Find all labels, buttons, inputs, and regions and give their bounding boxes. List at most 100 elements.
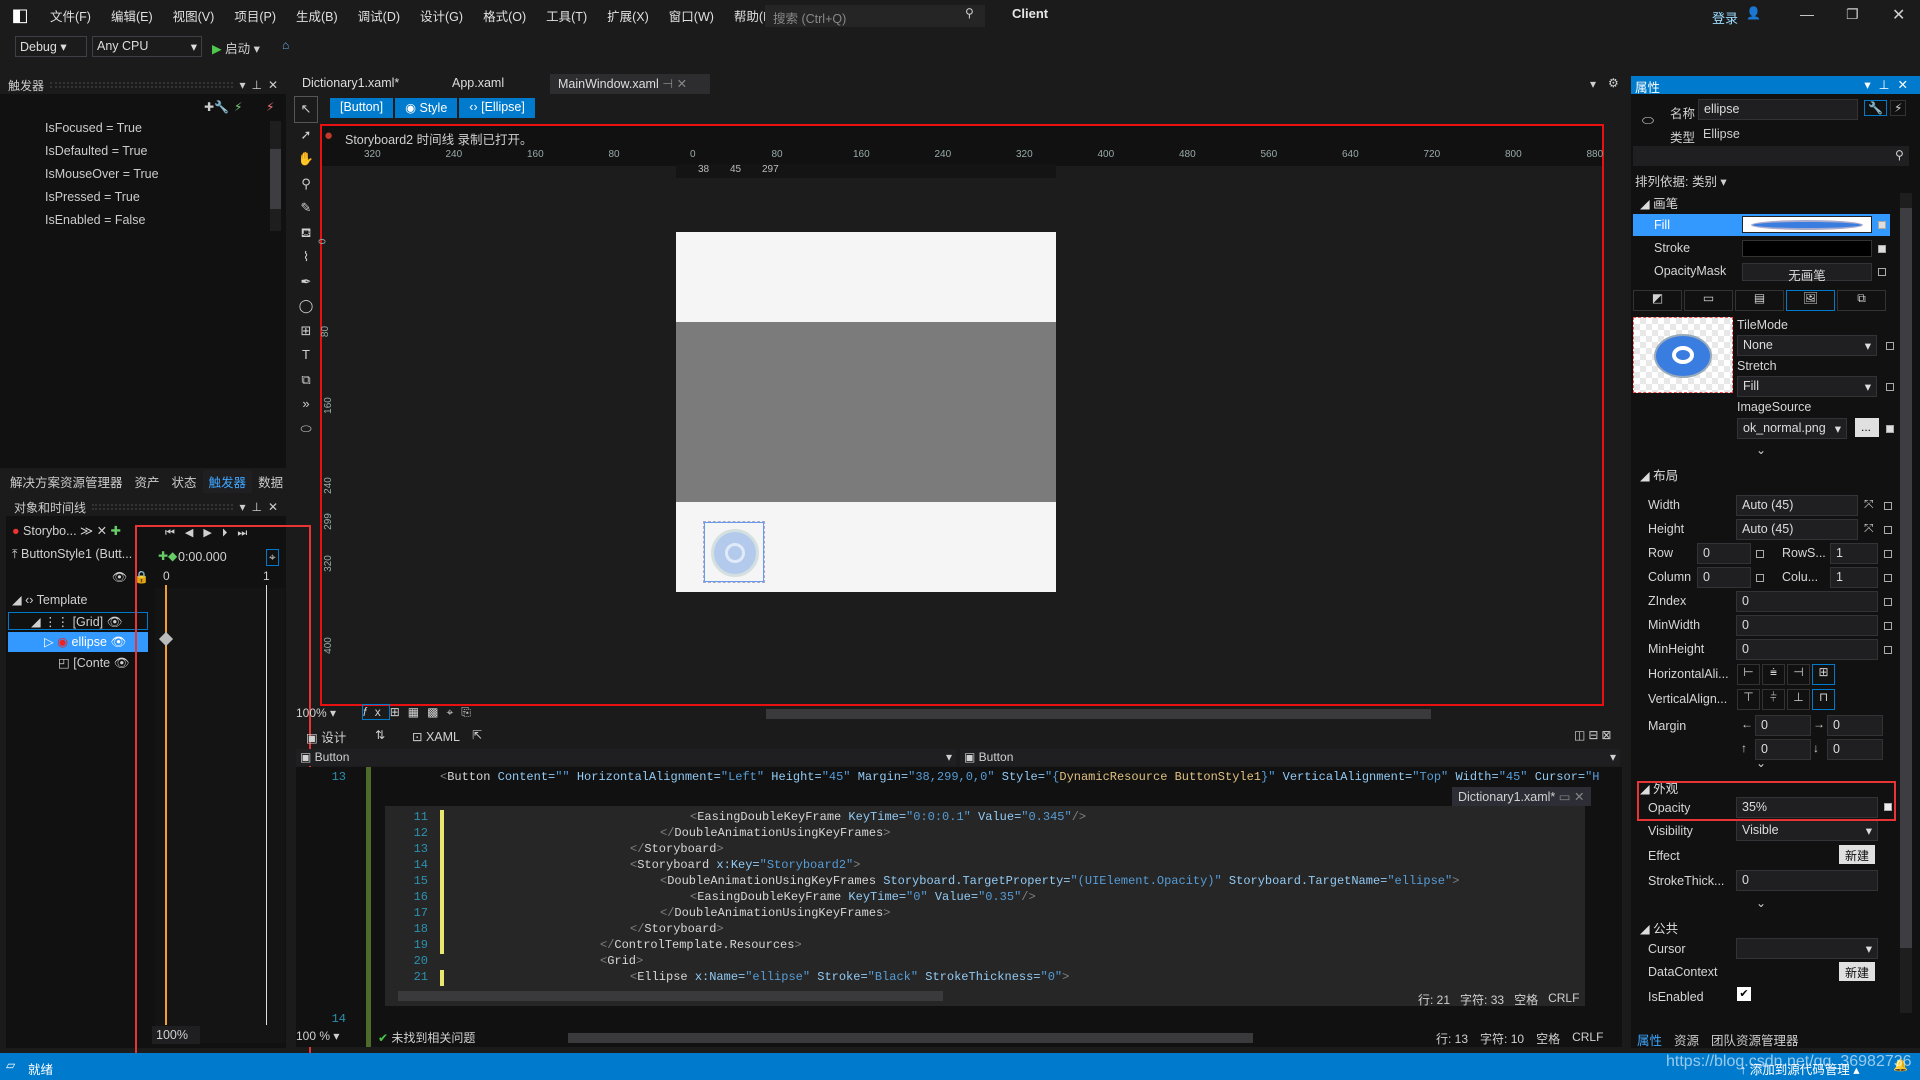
margin-input[interactable]: 0 [1755,715,1811,736]
tab-dictionary1[interactable]: Dictionary1.xaml* [294,74,407,94]
breadcrumb-style[interactable]: ◉ Style [395,98,458,118]
close-tab-icon[interactable]: ✕ [677,77,687,91]
properties-view-icon[interactable]: 🔧 [1864,100,1887,116]
breadcrumb-button[interactable]: [Button] [330,98,394,118]
dropdown-icon[interactable]: ▾ [1864,78,1878,92]
properties-tab[interactable]: 属性 [1631,1028,1668,1051]
row-advanced-options[interactable] [1884,550,1892,558]
recording-icon[interactable]: ● [324,127,333,144]
close-peek-icon[interactable]: ✕ [1574,790,1584,804]
pin-icon[interactable]: ⊥ [251,78,261,92]
section-brush[interactable]: ◢ 画笔 [1640,193,1678,212]
menu-item[interactable]: 格式(O) [473,6,536,25]
pin-icon[interactable]: ⊥ [251,500,261,514]
ok-button-ellipse[interactable] [703,521,765,583]
zoom-icon[interactable]: ⚲ [294,172,318,197]
left-tab[interactable]: 状态 [166,470,203,493]
add-event-trigger-icon[interactable]: ⚡ [234,100,242,114]
name-input[interactable]: ellipse [1698,99,1858,120]
artboard[interactable] [676,232,1056,592]
peek-code-line[interactable]: <Ellipse x:Name="ellipse" Stroke="Black"… [630,970,1069,986]
grid-icon[interactable]: ⊞ [390,705,408,719]
search-icon[interactable]: ⚲ [965,6,974,20]
rowspan-input[interactable]: 1 [1830,543,1878,564]
tab-xaml[interactable]: ⊡ XAML [412,729,460,744]
zindex-input[interactable]: 0 [1736,591,1878,612]
browse-image-button[interactable]: ... [1855,418,1879,437]
opacitymask-advanced-options[interactable] [1878,268,1886,276]
tab-list-icon[interactable]: ▾ [1590,77,1596,91]
swap-panes-icon[interactable]: ⇅ [375,728,385,742]
menu-item[interactable]: 生成(B) [286,6,348,25]
imagesource-advanced[interactable] [1886,425,1894,433]
isenabled-checkbox[interactable]: ✔ [1737,987,1751,1001]
search-input[interactable]: 搜索 (Ctrl+Q) [765,5,985,27]
account-icon[interactable]: 👤 [1746,6,1761,20]
menu-item[interactable]: 编辑(E) [101,6,163,25]
solid-brush-icon[interactable]: ▭ [1684,290,1733,311]
trigger-item[interactable]: IsEnabled = False [45,213,145,227]
more-tools-icon[interactable]: » [294,392,318,417]
halign-center-icon[interactable]: ⩧ [1762,664,1785,685]
platform-select[interactable]: Any CPU ▾ [92,36,202,57]
triggers-scrollbar[interactable] [270,121,281,231]
properties-tab[interactable]: 资源 [1668,1028,1705,1051]
tree-item-ellipse[interactable]: ▷ ◉ ellipse 👁 [8,632,148,652]
left-tab[interactable]: 解决方案资源管理器 [4,470,129,493]
restore-button[interactable]: ❐ [1846,6,1859,23]
menu-item[interactable]: 窗口(W) [659,6,724,25]
resource-brush-icon[interactable]: ⧉ [1837,290,1886,311]
trigger-item[interactable]: IsPressed = True [45,190,140,204]
fill-swatch[interactable] [1742,216,1872,233]
promote-icon[interactable]: ▭ [1559,790,1571,804]
peek-code-line[interactable]: <EasingDoubleKeyFrame KeyTime="0" Value=… [690,890,1036,906]
valign-center-icon[interactable]: ⫩ [1762,689,1785,710]
peek-code-line[interactable]: <Grid> [600,954,643,970]
popout-xaml-icon[interactable]: ⇱ [472,728,482,742]
trigger-item[interactable]: IsFocused = True [45,121,142,135]
tab-app[interactable]: App.xaml [444,74,512,94]
auto-size-icon[interactable]: ⤧ [1864,521,1874,536]
dropdown-icon[interactable]: ▾ [239,78,245,92]
halign-left-icon[interactable]: ⊢ [1737,664,1760,685]
editor-zoom[interactable]: 100 % ▾ [296,1029,339,1043]
minimize-button[interactable]: — [1800,6,1814,22]
no-brush-icon[interactable]: ◩ [1633,290,1682,311]
text-tool-icon[interactable]: T [294,343,318,368]
direct-select-icon[interactable]: ➚ [294,123,318,148]
valign-stretch-icon[interactable]: ⊓ [1812,689,1835,710]
peek-tab-dictionary1[interactable]: Dictionary1.xaml* ▭ ✕ [1452,787,1591,806]
visibility-select[interactable]: Visible ▾ [1736,820,1878,841]
margin-input[interactable]: 0 [1827,715,1883,736]
peek-code-line[interactable]: </Storyboard> [630,922,724,938]
left-tab[interactable]: 资产 [129,470,166,493]
strokethickness-input[interactable]: 0 [1736,870,1878,891]
settings-icon[interactable]: ⚙ [1608,76,1619,90]
pen-icon[interactable]: ✒ [294,270,318,295]
close-icon[interactable]: ✕ [268,500,278,514]
section-common[interactable]: ◢ 公共 [1640,918,1678,937]
peek-code-line[interactable]: <Storyboard x:Key="Storyboard2"> [630,858,860,874]
tilemode-advanced[interactable] [1886,342,1894,350]
minwidth-advanced-options[interactable] [1884,622,1892,630]
menu-item[interactable]: 调试(D) [348,6,410,25]
menu-item[interactable]: 设计(G) [410,6,473,25]
trigger-item[interactable]: IsMouseOver = True [45,167,159,181]
height-input[interactable]: Auto (45) [1736,519,1858,540]
menu-item[interactable]: 工具(T) [536,6,597,25]
tab-design[interactable]: ▣ 设计 [306,727,346,746]
remove-trigger-icon[interactable]: ⚡ [266,100,274,114]
width-input[interactable]: Auto (45) [1736,495,1858,516]
sort-by-dropdown[interactable]: 排列依据: 类别 ▾ [1635,171,1727,190]
menu-item[interactable]: 扩展(X) [597,6,659,25]
opacitymask-value[interactable]: 无画笔 [1742,263,1872,283]
login-link[interactable]: 登录 [1712,8,1738,27]
close-icon[interactable]: ✕ [268,78,278,92]
menu-item[interactable]: 视图(V) [163,6,225,25]
grid-tool-icon[interactable]: ⊞ [294,319,318,344]
config-select[interactable]: Debug ▾ [15,36,87,57]
close-storyboard-icon[interactable]: ✕ [97,524,107,538]
stretch-advanced[interactable] [1886,383,1894,391]
storyboard-menu-icon[interactable]: ≫ [80,524,93,538]
stroke-advanced-options[interactable] [1878,245,1886,253]
